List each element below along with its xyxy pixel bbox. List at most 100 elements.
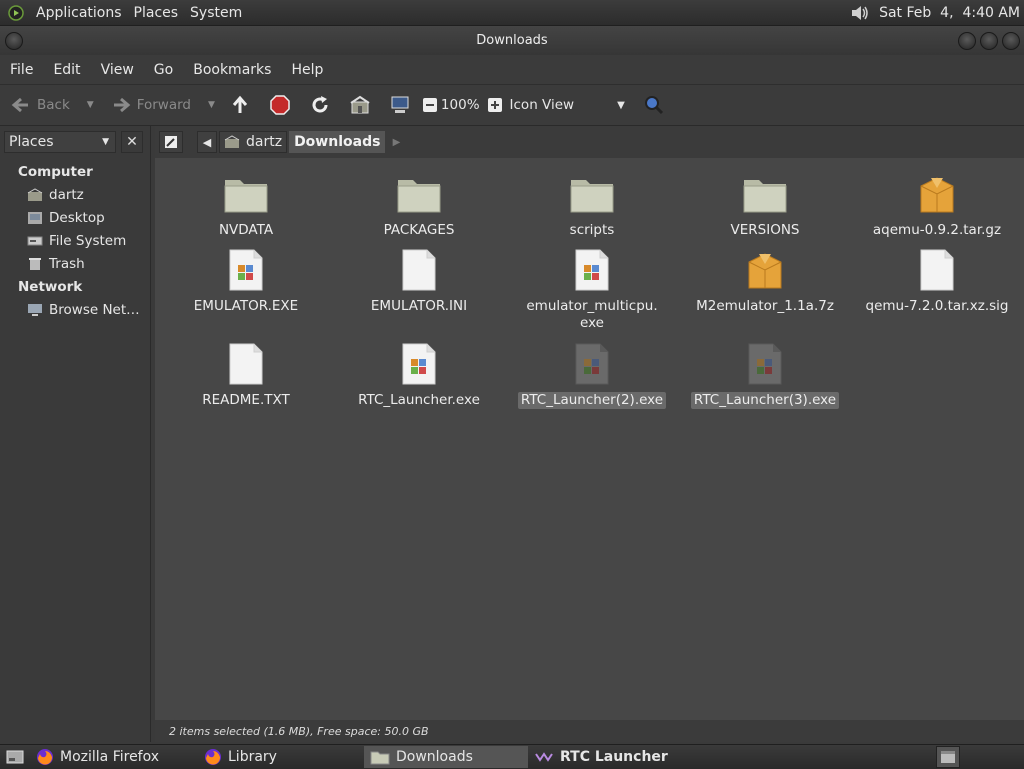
forward-history-chevron-icon[interactable]: ▼ (208, 100, 215, 110)
menu-edit[interactable]: Edit (43, 62, 90, 78)
executable-icon (741, 340, 789, 388)
zoom-level[interactable]: 100% (441, 97, 480, 113)
sidebar-item-label: Trash (49, 256, 85, 272)
executable-icon (222, 246, 270, 294)
file-view[interactable]: NVDATA PACKAGES scripts VERSIONS aqemu-0.9.2… (155, 158, 1024, 720)
top-panel: Applications Places System Sat Feb 4, 4:… (0, 0, 1024, 26)
sidebar-item-browse-network[interactable]: Browse Net… (27, 302, 140, 318)
file-item[interactable]: EMULATOR.EXE (166, 246, 326, 315)
file-item[interactable]: NVDATA (166, 170, 326, 239)
stop-button[interactable] (269, 94, 291, 116)
breadcrumb-scroll-right[interactable]: ▶ (387, 131, 405, 153)
view-mode-select[interactable]: Icon View ▼ (510, 97, 625, 113)
file-name: VERSIONS (730, 222, 800, 238)
applications-menu[interactable]: Applications (30, 5, 128, 21)
search-icon (644, 96, 663, 115)
file-item[interactable]: RTC_Launcher(2).exe (512, 340, 672, 409)
reload-button[interactable] (309, 94, 331, 116)
task-label: Mozilla Firefox (60, 749, 160, 765)
desktop-icon (28, 212, 42, 224)
places-menu[interactable]: Places (128, 5, 185, 21)
file-item[interactable]: README.TXT (166, 340, 326, 409)
workspace-switcher[interactable] (936, 746, 960, 768)
sidebar-item-label: Desktop (49, 210, 105, 226)
firefox-icon (37, 749, 53, 765)
location-bar: ◀ dartz Downloads ▶ (155, 126, 1024, 158)
status-bar: 2 items selected (1.6 MB), Free space: 5… (155, 720, 1024, 742)
sidebar-item-file-system[interactable]: File System (27, 233, 126, 249)
sidebar-item-trash[interactable]: Trash (27, 256, 85, 272)
sidebar-section-computer: Computer (18, 164, 93, 180)
sidebar-section-network: Network (18, 279, 83, 295)
file-name: EMULATOR.INI (370, 298, 468, 314)
close-icon: ✕ (126, 134, 138, 150)
volume-icon[interactable] (849, 3, 871, 23)
sidebar-close-button[interactable]: ✕ (121, 131, 143, 153)
forward-label: Forward (136, 97, 191, 113)
sidebar-item-dartz[interactable]: dartz (27, 187, 84, 203)
toolbar: Back ▼ Forward ▼ 100% Icon View ▼ (0, 85, 1024, 126)
file-item[interactable]: RTC_Launcher.exe (339, 340, 499, 409)
firefox-icon (205, 749, 221, 765)
menu-go[interactable]: Go (144, 62, 183, 78)
chevron-right-icon: ▶ (392, 136, 401, 148)
search-button[interactable] (643, 94, 665, 116)
menu-help[interactable]: Help (281, 62, 333, 78)
file-item[interactable]: scripts (512, 170, 672, 239)
menu-file[interactable]: File (0, 62, 43, 78)
file-item[interactable]: EMULATOR.INI (339, 246, 499, 315)
folder-icon (395, 170, 443, 218)
breadcrumb-scroll-left[interactable]: ◀ (197, 131, 217, 153)
gnome-foot-icon[interactable] (8, 4, 24, 21)
system-menu[interactable]: System (184, 5, 248, 21)
back-label: Back (37, 97, 70, 113)
show-desktop-button[interactable] (0, 749, 30, 765)
sidebar-item-label: dartz (49, 187, 84, 203)
file-item[interactable]: qemu-7.2.0.tar.xz.sig (857, 246, 1017, 315)
task-label: RTC Launcher (560, 749, 668, 765)
file-item[interactable]: emulator_multicpu. exe (512, 246, 672, 332)
task-library[interactable]: Library (198, 746, 354, 768)
view-mode-label: Icon View (509, 97, 575, 113)
task-rtc-launcher[interactable]: RTC Launcher (528, 746, 684, 768)
panel-tray: Sat Feb 4, 4:40 AM (849, 3, 1024, 23)
network-icon (28, 304, 42, 316)
zoom-in-button[interactable] (484, 94, 506, 116)
computer-button[interactable] (389, 94, 411, 116)
task-downloads[interactable]: Downloads (364, 746, 528, 768)
file-name: qemu-7.2.0.tar.xz.sig (865, 298, 1009, 314)
file-item[interactable]: M2emulator_1.1a.7z (685, 246, 845, 315)
zoom-out-button[interactable] (419, 94, 441, 116)
back-button[interactable]: Back ▼ (10, 94, 94, 116)
window-title-bar[interactable]: Downloads (0, 26, 1024, 55)
folder-icon (222, 170, 270, 218)
file-name: M2emulator_1.1a.7z (696, 298, 834, 314)
menu-bookmarks[interactable]: Bookmarks (183, 62, 281, 78)
toggle-location-entry-button[interactable] (159, 131, 183, 153)
sidebar-item-desktop[interactable]: Desktop (27, 210, 105, 226)
menu-view[interactable]: View (91, 62, 144, 78)
task-mozilla-firefox[interactable]: Mozilla Firefox (30, 746, 186, 768)
file-name: README.TXT (202, 392, 290, 408)
reload-icon (312, 96, 328, 113)
clock[interactable]: Sat Feb 4, 4:40 AM (879, 5, 1020, 21)
home-icon (350, 95, 370, 114)
file-item[interactable]: PACKAGES (339, 170, 499, 239)
breadcrumb-downloads[interactable]: Downloads (289, 131, 386, 153)
up-button[interactable] (229, 94, 251, 116)
forward-button[interactable]: Forward ▼ (110, 94, 215, 116)
sidebar-places-select[interactable]: Places ▼ (4, 131, 116, 153)
file-item[interactable]: VERSIONS (685, 170, 845, 239)
up-arrow-icon (232, 95, 248, 113)
archive-icon (913, 170, 961, 218)
back-history-chevron-icon[interactable]: ▼ (87, 100, 94, 110)
file-item[interactable]: RTC_Launcher(3).exe (685, 340, 845, 409)
chevron-down-icon: ▼ (102, 137, 109, 147)
status-text: 2 items selected (1.6 MB), Free space: 5… (169, 724, 429, 738)
file-item[interactable]: aqemu-0.9.2.tar.gz (857, 170, 1017, 239)
breadcrumb-dartz[interactable]: dartz (219, 131, 288, 153)
zoom-out-icon (422, 98, 437, 112)
executable-icon (568, 246, 616, 294)
sidebar: Places ▼ ✕ Computer dartz Desktop File S… (0, 126, 151, 742)
home-button[interactable] (349, 94, 371, 116)
